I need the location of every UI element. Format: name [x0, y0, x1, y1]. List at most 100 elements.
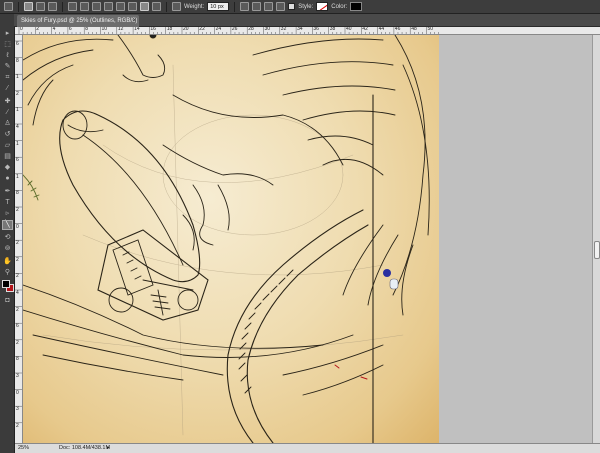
eraser-tool-icon[interactable]: ▱	[3, 142, 12, 150]
line-icon[interactable]	[140, 2, 149, 11]
path-select-tool-icon[interactable]: ▹	[3, 210, 12, 218]
separator	[18, 1, 19, 12]
ruler-label: 8	[16, 190, 19, 197]
healing-tool-icon[interactable]: ✚	[3, 98, 12, 106]
options-bar: Weight: 10 px Style: Color:	[0, 0, 600, 14]
status-menu-icon[interactable]: ▸	[107, 444, 110, 453]
color-swatches[interactable]	[2, 280, 14, 292]
lasso-tool-icon[interactable]: ℓ	[3, 52, 12, 60]
ruler-label: 2	[36, 27, 40, 32]
color-swatch[interactable]	[350, 2, 363, 11]
vertical-ruler: 6 8 1 2 1 4 1 6 1 8 2 0 2 2 2 4 2 6 2 8 3 0 3 2	[15, 35, 23, 443]
ruler-label: 10	[101, 27, 108, 32]
pen-icon[interactable]	[68, 2, 77, 11]
vertical-scrollbar[interactable]	[592, 35, 600, 443]
ruler-label: 4	[52, 27, 56, 32]
color-label: Color:	[331, 3, 348, 10]
ruler-label: 50	[427, 27, 434, 32]
rectangle-icon[interactable]	[92, 2, 101, 11]
document-tab-bar: Skies of Fury.psd @ 25% (Outlines, RGB/8…	[14, 14, 600, 27]
separator	[62, 1, 63, 12]
artwork-canvas[interactable]	[23, 35, 439, 443]
ruler-label: 6	[16, 157, 19, 164]
quick-select-tool-icon[interactable]: ✎	[3, 63, 12, 71]
ruler-label: 2	[16, 207, 19, 213]
weight-input[interactable]: 10 px	[207, 2, 230, 11]
paths-icon[interactable]	[36, 2, 45, 11]
shape-layers-icon[interactable]	[24, 2, 33, 11]
scrollbar-thumb[interactable]	[594, 241, 600, 259]
sketch-artwork	[23, 35, 430, 443]
ruler-label: 3	[16, 406, 19, 413]
horizontal-ruler: 0 2 4 6 8 10 12 14 16 18 20 22 24 26 28 30 32 34 36 38 40 42 4…	[15, 27, 600, 35]
line-tool-icon[interactable]: ╲	[2, 220, 13, 230]
ruler-label: 2	[16, 273, 19, 280]
ruler-label: 0	[16, 389, 19, 396]
polygon-icon[interactable]	[128, 2, 137, 11]
style-picker[interactable]	[316, 2, 329, 11]
pen-tool-icon[interactable]: ✒	[3, 188, 12, 196]
gradient-tool-icon[interactable]: ▤	[3, 153, 12, 161]
add-shape-icon[interactable]	[240, 2, 250, 11]
intersect-shape-icon[interactable]	[264, 2, 274, 11]
ruler-label: 18	[166, 27, 173, 32]
move-tool-icon[interactable]: ▸	[3, 30, 12, 38]
ruler-label: 2	[16, 90, 19, 97]
ruler-label: 38	[329, 27, 336, 32]
quick-mask-icon[interactable]: ◘	[3, 297, 12, 305]
ruler-label: 44	[378, 27, 385, 32]
geometry-options-icon[interactable]	[172, 2, 181, 11]
ruler-label: 24	[215, 27, 222, 32]
subtract-shape-icon[interactable]	[252, 2, 262, 11]
3d-rotate-tool-icon[interactable]: ⟲	[3, 234, 12, 242]
zoom-tool-icon[interactable]: ⚲	[3, 269, 12, 277]
ellipse-icon[interactable]	[116, 2, 125, 11]
ruler-label: 4	[16, 290, 19, 296]
brush-tool-icon[interactable]: ∕	[3, 109, 12, 117]
ruler-label: 26	[231, 27, 238, 32]
ruler-label: 42	[362, 27, 368, 32]
separator	[166, 1, 167, 12]
type-tool-icon[interactable]: T	[3, 199, 12, 207]
exclude-shape-icon[interactable]	[276, 2, 286, 11]
status-bar: 25% Doc: 108.4M/438.1M ▸	[15, 443, 600, 453]
history-brush-tool-icon[interactable]: ↺	[3, 131, 12, 139]
zoom-level[interactable]: 25%	[18, 444, 29, 453]
canvas-area[interactable]	[23, 35, 600, 443]
close-icon[interactable]: ×	[132, 15, 136, 27]
ruler-label: 8	[16, 356, 19, 363]
tool-preset-icon[interactable]	[4, 2, 13, 11]
weight-label: Weight:	[184, 3, 205, 10]
ruler-label: 1	[16, 107, 19, 114]
eyedropper-tool-icon[interactable]: ⁄	[3, 85, 12, 93]
style-label: Style:	[298, 3, 314, 10]
ruler-label: 36	[313, 27, 319, 32]
ruler-label: 28	[248, 27, 254, 32]
ruler-label: 40	[346, 27, 352, 32]
document-tab[interactable]: Skies of Fury.psd @ 25% (Outlines, RGB/8…	[17, 15, 139, 27]
ruler-label: 8	[16, 57, 19, 64]
ruler-label: 2	[16, 306, 19, 313]
ruler-label: 32	[280, 27, 287, 32]
link-checkbox[interactable]	[288, 3, 296, 10]
crop-tool-icon[interactable]: ⌗	[3, 74, 12, 82]
custom-shape-icon[interactable]	[152, 2, 161, 11]
ruler-label: 6	[68, 27, 72, 32]
hand-tool-icon[interactable]: ✋	[3, 258, 12, 266]
dodge-tool-icon[interactable]: ●	[3, 175, 12, 183]
cursor-indicator	[383, 269, 399, 290]
marquee-tool-icon[interactable]: ⬚	[3, 41, 12, 49]
foreground-color[interactable]	[2, 280, 10, 288]
ruler-label: 6	[16, 323, 19, 330]
ruler-label: 48	[411, 27, 417, 32]
ruler-label: 0	[20, 27, 23, 32]
ruler-label: 4	[16, 124, 19, 130]
ruler-label: 16	[150, 27, 156, 32]
blur-tool-icon[interactable]: ◆	[3, 164, 12, 172]
fill-pixels-icon[interactable]	[48, 2, 57, 11]
ruler-label: 22	[199, 27, 205, 32]
rounded-rectangle-icon[interactable]	[104, 2, 113, 11]
freeform-pen-icon[interactable]	[80, 2, 89, 11]
3d-orbit-tool-icon[interactable]: ⊚	[3, 245, 12, 253]
clone-stamp-tool-icon[interactable]: ♙	[3, 120, 12, 128]
